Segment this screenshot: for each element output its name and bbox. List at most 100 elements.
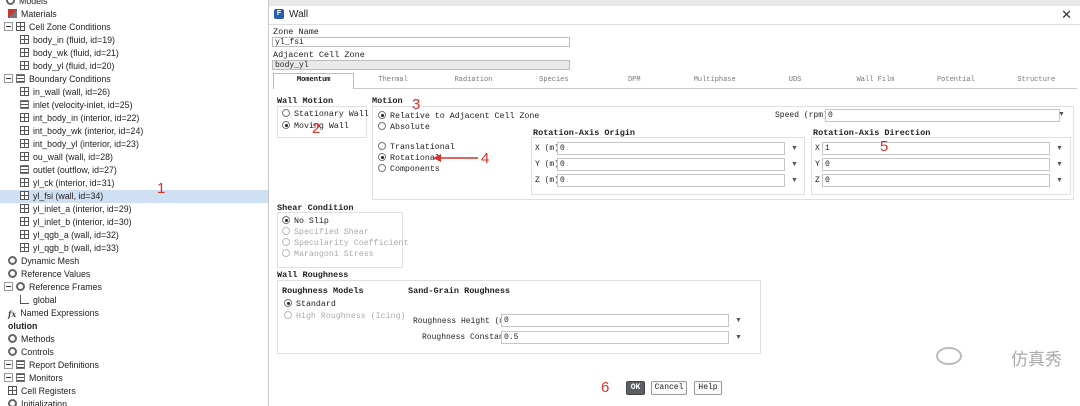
- components-radio[interactable]: Components: [378, 164, 440, 175]
- tree-item-label: global: [33, 295, 57, 305]
- tab-thermal[interactable]: Thermal: [353, 74, 432, 87]
- origin-x-input[interactable]: 0: [557, 142, 785, 155]
- collapse-icon[interactable]: [4, 282, 13, 291]
- tab-dpm[interactable]: DPM: [595, 74, 674, 87]
- rotational-radio[interactable]: Rotational: [378, 153, 440, 164]
- radio-selected-icon: [282, 216, 290, 224]
- tree-item[interactable]: Monitors: [0, 372, 268, 385]
- speed-input[interactable]: 0: [825, 109, 1060, 122]
- tree-item-label: Report Definitions: [29, 360, 99, 370]
- tree-item[interactable]: yl_inlet_a (interior, id=29): [0, 203, 268, 216]
- tree-item[interactable]: yl_fsi (wall, id=34): [0, 190, 268, 203]
- direction-y-input[interactable]: 0: [822, 158, 1050, 171]
- tab-wall-film[interactable]: Wall Film: [836, 74, 915, 87]
- collapse-icon[interactable]: [4, 373, 13, 382]
- tree-item[interactable]: Models: [0, 0, 268, 8]
- tree-item[interactable]: in_wall (wall, id=26): [0, 86, 268, 99]
- roughness-constant-input[interactable]: 0.5: [501, 331, 729, 344]
- tree-item[interactable]: Report Definitions: [0, 359, 268, 372]
- tree-item[interactable]: global: [0, 294, 268, 307]
- interior-icon: [20, 204, 29, 213]
- tab-species[interactable]: Species: [514, 74, 593, 87]
- dropdown-arrow-icon[interactable]: ▼: [791, 145, 798, 152]
- annotation-1: 1: [157, 180, 166, 197]
- no-slip-radio[interactable]: No Slip: [282, 216, 329, 227]
- tree-item[interactable]: Cell Registers: [0, 385, 268, 398]
- tree-item[interactable]: int_body_wk (interior, id=24): [0, 125, 268, 138]
- dropdown-arrow-icon[interactable]: ▼: [1058, 111, 1065, 118]
- outlet-icon: [20, 165, 29, 174]
- tab-potential[interactable]: Potential: [916, 74, 995, 87]
- tree-item-label: Dynamic Mesh: [21, 256, 80, 266]
- tree-item[interactable]: fx Named Expressions: [0, 307, 268, 320]
- close-icon[interactable]: ✕: [1061, 7, 1072, 23]
- tab-radiation[interactable]: Radiation: [434, 74, 513, 87]
- stationary-wall-radio[interactable]: Stationary Wall: [282, 109, 369, 120]
- tree-item-label: Named Expressions: [20, 308, 99, 318]
- monitors-icon: [16, 373, 25, 382]
- tree-item-label: in_wall (wall, id=26): [33, 87, 111, 97]
- tree-item[interactable]: Reference Frames: [0, 281, 268, 294]
- tree-item[interactable]: yl_ck (interior, id=31): [0, 177, 268, 190]
- help-button[interactable]: Help: [694, 381, 722, 395]
- dropdown-arrow-icon[interactable]: ▼: [1056, 177, 1063, 184]
- origin-z-input[interactable]: 0: [557, 174, 785, 187]
- dropdown-arrow-icon[interactable]: ▼: [735, 334, 742, 341]
- tree-item-label: yl_inlet_b (interior, id=30): [33, 217, 132, 227]
- tree-item-label: Cell Registers: [21, 386, 76, 396]
- report-icon: [16, 360, 25, 369]
- tree-item-label: Cell Zone Conditions: [29, 22, 111, 32]
- tree-item[interactable]: body_in (fluid, id=19): [0, 34, 268, 47]
- standard-roughness-radio[interactable]: Standard: [284, 299, 336, 310]
- tree-item[interactable]: body_wk (fluid, id=21): [0, 47, 268, 60]
- dropdown-arrow-icon[interactable]: ▼: [1056, 161, 1063, 168]
- tree-item[interactable]: yl_qgb_a (wall, id=32): [0, 229, 268, 242]
- tree-item[interactable]: Cell Zone Conditions: [0, 21, 268, 34]
- radio-icon: [282, 238, 290, 246]
- zone-name-field[interactable]: yl_fsi: [272, 37, 570, 47]
- radio-selected-icon: [378, 153, 386, 161]
- relative-frame-radio[interactable]: Relative to Adjacent Cell Zone: [378, 111, 539, 122]
- tab-structure[interactable]: Structure: [997, 74, 1076, 87]
- cancel-button[interactable]: Cancel: [651, 381, 687, 395]
- tree-item[interactable]: inlet (velocity-inlet, id=25): [0, 99, 268, 112]
- tree-item[interactable]: int_body_in (interior, id=22): [0, 112, 268, 125]
- tree-item[interactable]: outlet (outflow, id=27): [0, 164, 268, 177]
- radio-icon: [284, 311, 292, 319]
- ok-button[interactable]: OK: [626, 381, 645, 395]
- tab-multiphase[interactable]: Multiphase: [675, 74, 754, 87]
- motion-title: Motion: [372, 96, 403, 106]
- reference-values-icon: [8, 269, 17, 278]
- tree-item[interactable]: yl_inlet_b (interior, id=30): [0, 216, 268, 229]
- tree-item[interactable]: Initialization: [0, 398, 268, 406]
- dropdown-arrow-icon[interactable]: ▼: [791, 177, 798, 184]
- dropdown-arrow-icon[interactable]: ▼: [1056, 145, 1063, 152]
- collapse-icon[interactable]: [4, 360, 13, 369]
- tree-item[interactable]: Controls: [0, 346, 268, 359]
- roughness-height-input[interactable]: 0: [501, 314, 729, 327]
- fx-icon: fx: [8, 309, 17, 319]
- origin-y-input[interactable]: 0: [557, 158, 785, 171]
- collapse-icon[interactable]: [4, 74, 13, 83]
- tree-item[interactable]: body_yl (fluid, id=20): [0, 60, 268, 73]
- dropdown-arrow-icon[interactable]: ▼: [791, 161, 798, 168]
- tab-momentum[interactable]: Momentum: [273, 73, 355, 89]
- collapse-icon[interactable]: [4, 22, 13, 31]
- tree-item[interactable]: Methods: [0, 333, 268, 346]
- tree-item[interactable]: Materials: [0, 8, 268, 21]
- tree-item[interactable]: Dynamic Mesh: [0, 255, 268, 268]
- direction-z-input[interactable]: 0: [822, 174, 1050, 187]
- tree-item[interactable]: Reference Values: [0, 268, 268, 281]
- tree-item-label: yl_fsi (wall, id=34): [33, 191, 104, 201]
- adjacent-cell-zone-field: body_yl: [272, 60, 570, 70]
- tree-item[interactable]: olution: [0, 320, 268, 333]
- tree-item[interactable]: yl_qgb_b (wall, id=33): [0, 242, 268, 255]
- tree-item[interactable]: Boundary Conditions: [0, 73, 268, 86]
- tab-uds[interactable]: UDS: [755, 74, 834, 87]
- tree-item[interactable]: int_body_yl (interior, id=23): [0, 138, 268, 151]
- direction-x-input[interactable]: 1: [822, 142, 1050, 155]
- tree-item[interactable]: ou_wall (wall, id=28): [0, 151, 268, 164]
- dropdown-arrow-icon[interactable]: ▼: [735, 317, 742, 324]
- wall-roughness-title: Wall Roughness: [277, 270, 349, 280]
- absolute-frame-radio[interactable]: Absolute: [378, 122, 430, 133]
